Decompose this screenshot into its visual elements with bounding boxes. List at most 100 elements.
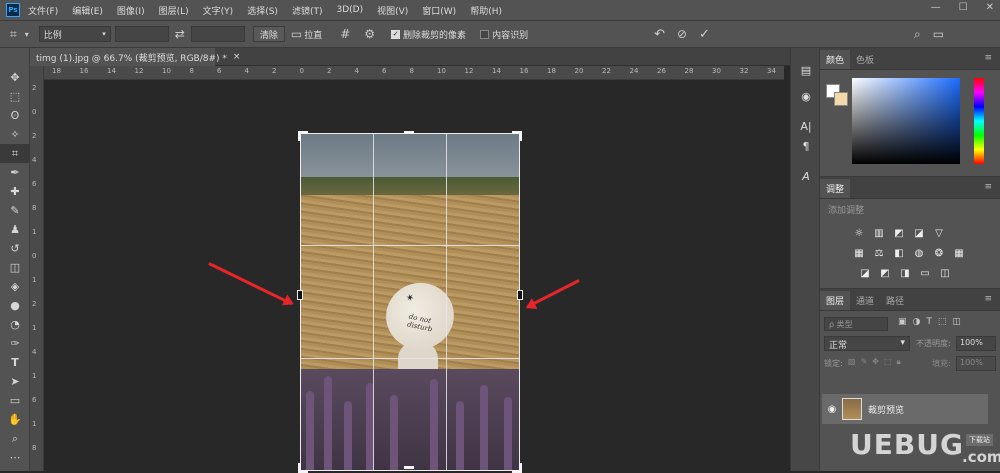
crop-handle-top-right[interactable] [512,131,522,141]
path-selection-tool-icon[interactable]: ➤ [0,372,30,391]
glyphs-panel-icon[interactable]: A [791,166,821,186]
crop-handle-bottom-right[interactable] [512,463,522,473]
hue-saturation-icon[interactable]: ▦ [852,246,866,260]
tab-adjustments[interactable]: 调整 [820,179,851,198]
clear-button[interactable]: 清除 [252,26,285,42]
vibrance-icon[interactable]: ▽ [932,226,946,240]
pen-tool-icon[interactable]: ✑ [0,334,30,353]
exposure-icon[interactable]: ◪ [912,226,926,240]
channel-mixer-icon[interactable]: ❂ [932,246,946,260]
crop-handle-bottom[interactable] [404,466,414,469]
clone-stamp-tool-icon[interactable]: ♟ [0,220,30,239]
crop-tool-active-icon[interactable]: ⌗ [0,144,30,163]
rectangle-tool-icon[interactable]: ▭ [0,391,30,410]
hue-slider[interactable] [974,78,984,164]
tab-color[interactable]: 颜色 [820,50,851,69]
blur-tool-icon[interactable]: ● [0,296,30,315]
properties-panel-icon[interactable]: ◉ [791,86,821,106]
crop-handle-top[interactable] [404,131,414,134]
menu-filter[interactable]: 滤镜(T) [292,4,323,17]
swap-icon[interactable]: ⇄ [175,27,185,41]
tab-channels[interactable]: 通道 [850,291,880,310]
adjust-panel-menu-icon[interactable]: ≡ [984,182,992,192]
blend-mode-select[interactable]: 正常 ▾ [824,336,910,351]
straighten-icon[interactable]: ▭ [291,27,302,41]
visibility-eye-icon[interactable]: ◉ [822,404,842,415]
hand-tool-icon[interactable]: ✋ [0,410,30,429]
lock-paint-icon[interactable]: ✎ [861,357,868,367]
crop-box[interactable] [300,133,520,471]
vertical-ruler[interactable]: 2024681012141618 [30,66,44,471]
filter-pixel-icon[interactable]: ▣ [898,317,907,327]
search-icon[interactable]: ⌕ [914,27,921,42]
paragraph-panel-icon[interactable]: ¶ [791,136,821,156]
layer-filter-select[interactable]: ρ 类型 [824,317,888,331]
horizontal-ruler[interactable]: 18 16 14 12 10 8 6 4 2 0 2 4 6 8 10 12 14 16 18 20 22 24 26 28 3… [44,66,784,80]
tool-preset-dropdown-icon[interactable]: ▾ [25,30,29,39]
magic-wand-tool-icon[interactable]: ✧ [0,125,30,144]
overlay-grid-icon[interactable]: # [340,27,350,41]
lasso-tool-icon[interactable]: ʘ [0,106,30,125]
history-brush-tool-icon[interactable]: ↺ [0,239,30,258]
cancel-icon[interactable]: ⊘ [677,27,687,41]
photo-filter-icon[interactable]: ◍ [912,246,926,260]
ratio-select[interactable]: 比例 ▾ [38,26,111,42]
layer-row[interactable]: ◉ 裁剪预览 [822,394,988,424]
selective-color-icon[interactable]: ◫ [938,266,952,280]
width-field[interactable] [114,26,169,42]
curves-icon[interactable]: ◩ [892,226,906,240]
lock-artboard-icon[interactable]: ⬚ [884,357,892,367]
height-field[interactable] [190,26,245,42]
eraser-tool-icon[interactable]: ◫ [0,258,30,277]
layers-panel-menu-icon[interactable]: ≡ [984,294,992,304]
menu-type[interactable]: 文字(Y) [203,4,234,17]
levels-icon[interactable]: ▥ [872,226,886,240]
history-panel-icon[interactable]: ▤ [791,60,821,80]
maximize-button[interactable]: ☐ [959,2,968,13]
threshold-icon[interactable]: ◨ [898,266,912,280]
filter-smart-icon[interactable]: ◫ [952,317,961,327]
crop-handle-bottom-left[interactable] [298,463,308,473]
menu-help[interactable]: 帮助(H) [470,4,502,17]
background-color-swatch[interactable] [834,92,848,106]
opacity-field[interactable]: 100% [956,336,996,351]
filter-shape-icon[interactable]: ⬚ [938,317,947,327]
filter-type-icon[interactable]: T [926,317,932,327]
menu-3d[interactable]: 3D(D) [336,5,363,15]
panel-menu-icon[interactable]: ≡ [984,53,992,63]
marquee-tool-icon[interactable]: ⬚ [0,87,30,106]
menu-select[interactable]: 选择(S) [247,4,278,17]
healing-brush-tool-icon[interactable]: ✚ [0,182,30,201]
gradient-map-icon[interactable]: ▭ [918,266,932,280]
lock-pixels-icon[interactable]: ▧ [848,357,856,367]
fill-field[interactable]: 100% [956,356,996,371]
menu-view[interactable]: 视图(V) [377,4,408,17]
reset-icon[interactable]: ↶ [654,27,665,42]
close-tab-icon[interactable]: × [233,52,241,62]
filter-adjust-icon[interactable]: ◑ [913,317,921,327]
crop-tool-icon[interactable]: ⌗ [10,27,17,42]
crop-handle-left[interactable] [297,290,303,300]
tab-swatches[interactable]: 色板 [850,50,880,69]
crop-handle-top-left[interactable] [298,131,308,141]
minimize-button[interactable]: — [931,2,941,13]
menu-layer[interactable]: 图层(L) [159,4,189,17]
brush-tool-icon[interactable]: ✎ [0,201,30,220]
color-lookup-icon[interactable]: ▦ [952,246,966,260]
crop-handle-right[interactable] [517,290,523,300]
paint-bucket-tool-icon[interactable]: ◈ [0,277,30,296]
move-tool-icon[interactable]: ✥ [0,68,30,87]
commit-icon[interactable]: ✓ [699,27,710,42]
dodge-tool-icon[interactable]: ◔ [0,315,30,334]
tab-paths[interactable]: 路径 [880,291,910,310]
brightness-icon[interactable]: ☼ [852,226,866,240]
content-aware-checkbox[interactable] [480,29,490,39]
straighten-label[interactable]: 拉直 [304,28,322,41]
workspace-icon[interactable]: ▭ [933,27,944,41]
canvas-area[interactable]: ✶ do not disturb [44,80,784,473]
delete-cropped-checkbox[interactable]: ✓ [391,29,401,39]
close-button[interactable]: ✕ [986,2,994,13]
lock-all-icon[interactable]: 🔒︎ [897,357,901,367]
posterize-icon[interactable]: ◩ [878,266,892,280]
zoom-tool-icon[interactable]: ⌕ [0,429,30,448]
